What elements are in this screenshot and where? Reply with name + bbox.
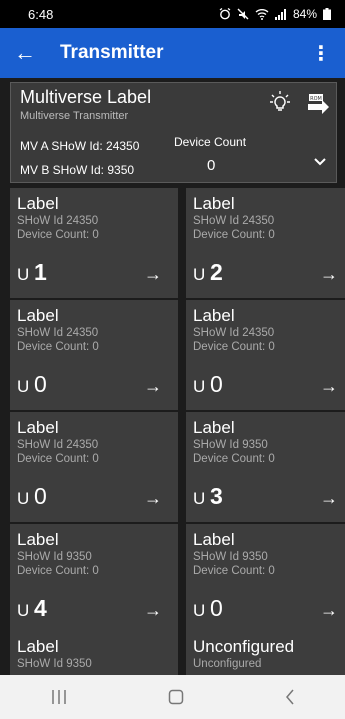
app-bar: ← Transmitter ⋮: [0, 28, 345, 78]
chevron-down-icon[interactable]: [314, 158, 326, 166]
tile-universe: U 1: [17, 259, 47, 286]
lightbulb-icon[interactable]: [270, 91, 290, 113]
unconfigured-tile[interactable]: Unconfigured Unconfigured: [186, 631, 345, 675]
back-icon[interactable]: [285, 689, 295, 705]
tile-universe: U 0: [17, 483, 47, 510]
arrow-right-icon[interactable]: →: [320, 264, 338, 285]
universe-number: 0: [34, 371, 47, 397]
tile-label: Label: [17, 306, 59, 325]
alarm-icon: [219, 8, 231, 20]
universe-tile[interactable]: Label SHoW Id 24350 Device Count: 0 U 0 …: [10, 300, 178, 410]
universe-number: 0: [210, 371, 223, 397]
tile-label: Label: [193, 306, 235, 325]
tile-show-id: SHoW Id 9350: [193, 551, 268, 563]
device-count-label: Device Count: [174, 135, 247, 149]
tile-universe: U 2: [193, 259, 223, 286]
universe-prefix: U: [193, 265, 206, 284]
tile-device-count: Device Count: 0: [193, 229, 275, 241]
mute-icon: [237, 8, 249, 20]
tile-device-count: Device Count: 0: [193, 341, 275, 353]
universe-tile[interactable]: Label SHoW Id 9350 Device Count: 0 U 3 →: [186, 412, 345, 522]
universe-prefix: U: [193, 377, 206, 396]
status-time: 6:48: [28, 6, 54, 22]
tile-device-count: Device Count: 0: [17, 229, 99, 241]
signal-icon: [274, 9, 286, 20]
universe-prefix: U: [17, 489, 30, 508]
tile-label: Label: [17, 418, 59, 437]
home-icon[interactable]: [168, 689, 184, 705]
tile-device-count: Device Count: 0: [17, 453, 99, 465]
more-menu-icon[interactable]: ⋮: [311, 41, 331, 66]
page-title: Transmitter: [60, 42, 164, 63]
universe-number: 4: [34, 595, 47, 621]
universe-number: 0: [34, 483, 47, 509]
tile-show-id: SHoW Id 24350: [17, 215, 99, 227]
battery-percent: 84%: [292, 7, 317, 21]
tile-show-id: Unconfigured: [193, 658, 262, 670]
universe-tile[interactable]: Label SHoW Id 24350 Device Count: 0 U 0 …: [186, 300, 345, 410]
tile-device-count: Device Count: 0: [17, 565, 99, 577]
tile-label: Label: [193, 194, 235, 213]
arrow-right-icon[interactable]: →: [144, 264, 162, 285]
universe-number: 1: [34, 259, 47, 285]
back-arrow-icon[interactable]: ←: [14, 40, 54, 66]
universe-prefix: U: [17, 377, 30, 396]
tile-universe: U 0: [17, 371, 47, 398]
tile-device-count: Device Count: 0: [17, 341, 99, 353]
tile-show-id: SHoW Id 24350: [17, 327, 99, 339]
tile-show-id: SHoW Id 9350: [17, 551, 92, 563]
tile-show-id: SHoW Id 24350: [17, 439, 99, 451]
status-icons: 84%: [219, 7, 331, 21]
tile-label: Unconfigured: [193, 637, 295, 656]
universe-prefix: U: [17, 265, 30, 284]
tile-label: Label: [17, 530, 59, 549]
universe-number: 2: [210, 259, 223, 285]
universe-number: 3: [210, 483, 223, 509]
universe-tile[interactable]: Label SHoW Id 24350 Device Count: 0 U 0 …: [10, 412, 178, 522]
universe-prefix: U: [17, 601, 30, 620]
universe-tile[interactable]: Label SHoW Id 9350 Device Count: 0 U 0 →: [186, 524, 345, 634]
arrow-right-icon[interactable]: →: [144, 600, 162, 621]
tile-device-count: Device Count: 0: [193, 453, 275, 465]
universe-tile[interactable]: Label SHoW Id 9350: [10, 631, 178, 675]
tile-show-id: SHoW Id 24350: [193, 327, 275, 339]
tile-show-id: SHoW Id 9350: [17, 658, 92, 670]
universe-prefix: U: [193, 601, 206, 620]
tile-device-count: Device Count: 0: [193, 565, 275, 577]
arrow-right-icon[interactable]: →: [144, 488, 162, 509]
arrow-right-icon[interactable]: →: [144, 376, 162, 397]
universe-tile[interactable]: Label SHoW Id 24350 Device Count: 0 U 1 …: [10, 188, 178, 298]
arrow-right-icon[interactable]: →: [320, 376, 338, 397]
tile-universe: U 3: [193, 483, 223, 510]
multiverse-header-card[interactable]: Multiverse Label Multiverse Transmitter …: [10, 82, 337, 183]
universe-tile[interactable]: Label SHoW Id 9350 Device Count: 0 U 4 →: [10, 524, 178, 634]
tile-show-id: SHoW Id 9350: [193, 439, 268, 451]
arrow-right-icon[interactable]: →: [320, 488, 338, 509]
recents-icon[interactable]: [51, 690, 67, 704]
tile-label: Label: [193, 530, 235, 549]
svg-text:ROM: ROM: [310, 96, 322, 102]
rom-transfer-icon[interactable]: ROM: [306, 93, 330, 115]
tile-label: Label: [17, 637, 59, 656]
battery-icon: [323, 8, 331, 20]
universe-number: 0: [210, 595, 223, 621]
status-bar: 6:48 84%: [0, 0, 345, 28]
universe-tile[interactable]: Label SHoW Id 24350 Device Count: 0 U 2 …: [186, 188, 345, 298]
tile-universe: U 4: [17, 595, 47, 622]
wifi-icon: [255, 9, 269, 20]
device-count-value: 0: [207, 157, 216, 174]
tile-label: Label: [193, 418, 235, 437]
mv-a-show-id: MV A SHoW Id: 24350: [20, 139, 140, 153]
tile-universe: U 0: [193, 371, 223, 398]
arrow-right-icon[interactable]: →: [320, 600, 338, 621]
universe-prefix: U: [193, 489, 206, 508]
system-nav-bar: [0, 675, 345, 719]
mv-b-show-id: MV B SHoW Id: 9350: [20, 163, 135, 177]
tile-label: Label: [17, 194, 59, 213]
tile-show-id: SHoW Id 24350: [193, 215, 275, 227]
tile-universe: U 0: [193, 595, 223, 622]
